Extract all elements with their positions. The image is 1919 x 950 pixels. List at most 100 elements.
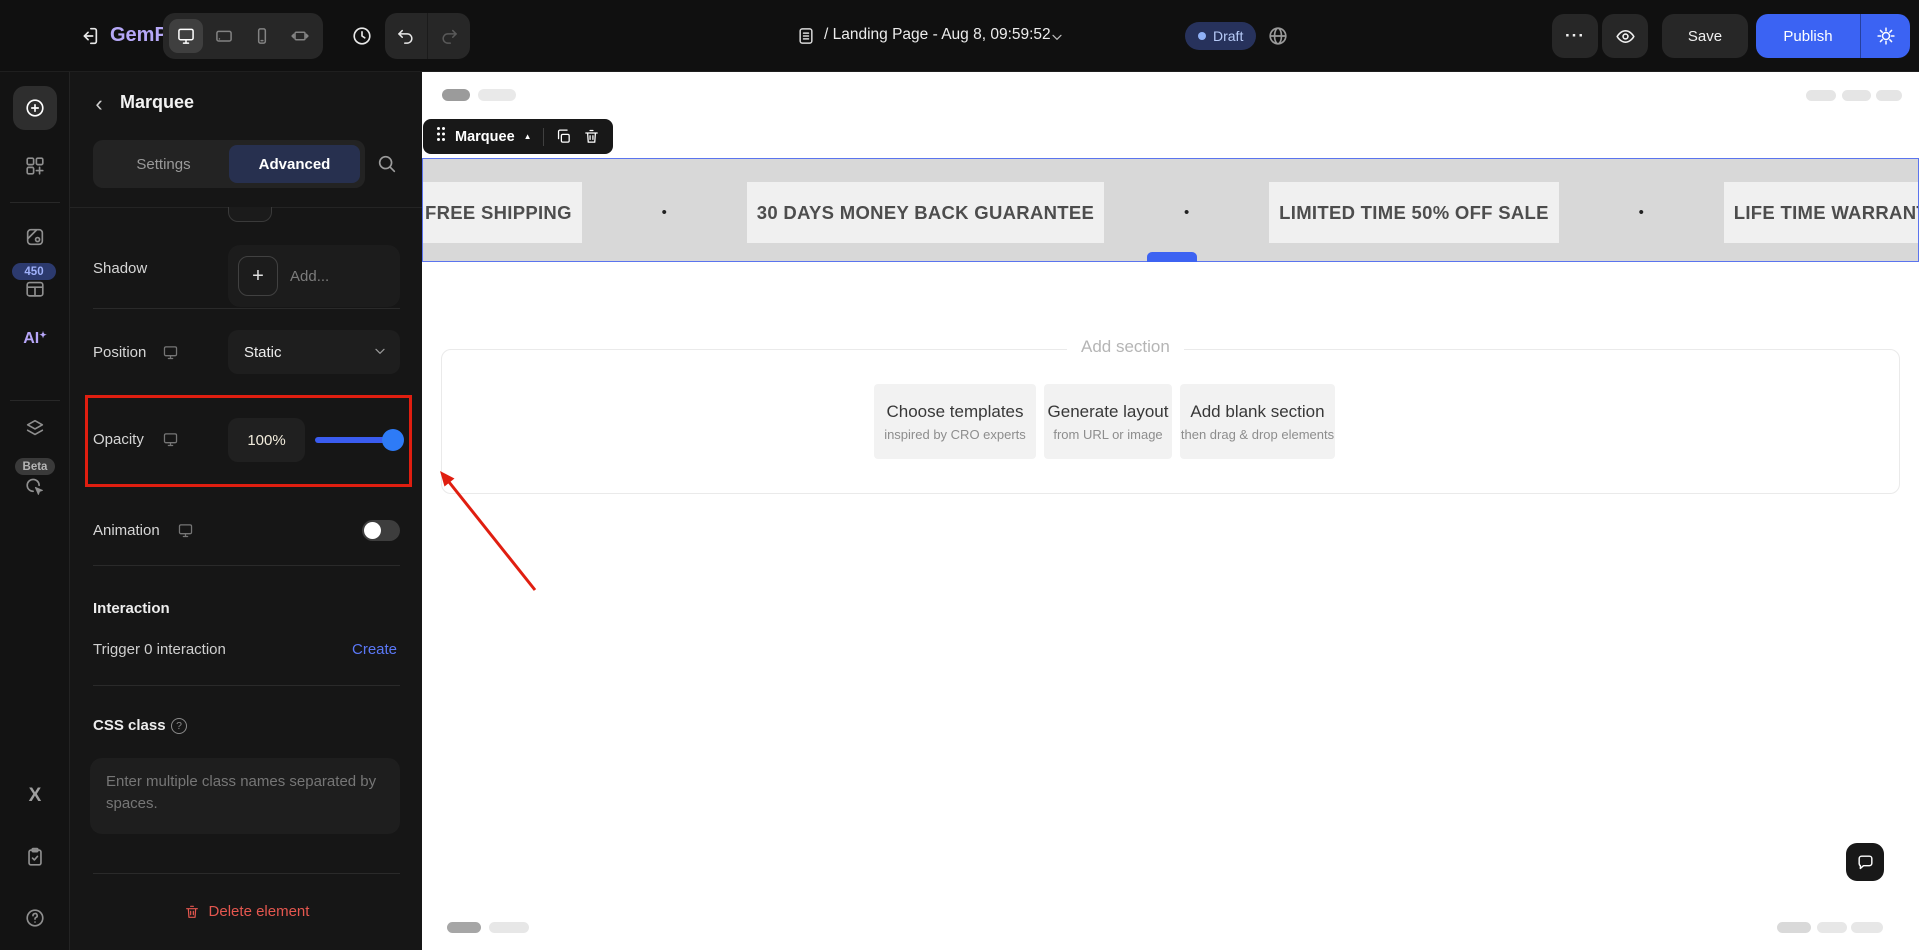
theme-sections-button[interactable] [24, 226, 46, 248]
chat-bubble-icon [1856, 853, 1875, 872]
css-class-help-icon[interactable]: ? [171, 718, 187, 734]
gempages-editor: GemPages 7 / Landing Page - Aug 8, 09:59… [0, 0, 1919, 950]
sections-library-button[interactable] [24, 155, 46, 177]
marquee-item[interactable]: 30 DAYS MONEY BACK GUARANTEE [746, 182, 1105, 243]
device-mobile-button[interactable] [245, 19, 279, 53]
toolbar-divider [542, 127, 544, 146]
element-settings-panel: ‹ Marquee Settings Advanced Shadow + Add… [70, 72, 422, 950]
page-selector-button[interactable] [1048, 28, 1066, 46]
redo-icon [439, 26, 459, 46]
layers-button[interactable] [24, 417, 46, 439]
delete-element-button[interactable]: Delete element [93, 903, 400, 920]
publish-settings-button[interactable] [1861, 14, 1910, 58]
device-tablet-button[interactable] [207, 19, 241, 53]
footer-skeleton-pill [1817, 922, 1847, 933]
pointer-click-icon [24, 476, 46, 498]
create-interaction-link[interactable]: Create [352, 641, 397, 658]
changelog-button[interactable] [24, 846, 46, 868]
position-select[interactable]: Static [228, 330, 400, 374]
question-glyph: ? [176, 720, 182, 732]
redo-button[interactable] [428, 13, 470, 59]
responsive-icon [290, 26, 310, 46]
divider-interaction [93, 685, 400, 686]
ellipsis-icon: ··· [1565, 26, 1585, 45]
interactions-button[interactable] [24, 476, 46, 498]
card-subtitle: inspired by CRO experts [884, 426, 1026, 442]
panel-back-button[interactable]: ‹ [90, 91, 108, 116]
blocks-plus-icon [24, 155, 46, 177]
duplicate-button[interactable] [555, 128, 572, 145]
publish-button[interactable]: Publish [1756, 14, 1860, 58]
plus-circle-icon [24, 97, 46, 119]
gear-icon [1876, 26, 1896, 46]
x-social-button[interactable]: X [0, 785, 70, 807]
marquee-item[interactable]: LIMITED TIME 50% OFF SALE [1269, 182, 1559, 243]
chevron-down-icon [1049, 29, 1065, 45]
marquee-element[interactable]: FREE SHIPPING • 30 DAYS MONEY BACK GUARA… [422, 158, 1919, 262]
position-label: Position [93, 344, 147, 361]
shadow-label: Shadow [93, 260, 148, 277]
generate-layout-button[interactable]: Generate layout from URL or image [1044, 384, 1172, 459]
panel-title: Marquee [120, 92, 195, 112]
add-section-area: Add section Choose templates inspired by… [441, 337, 1900, 494]
add-shadow-button[interactable]: + [238, 256, 278, 296]
footer-skeleton-pill [447, 922, 481, 933]
choose-templates-button[interactable]: Choose templates inspired by CRO experts [874, 384, 1036, 459]
exit-icon [78, 25, 100, 47]
chevron-down-icon [372, 343, 388, 359]
undo-button[interactable] [385, 13, 427, 59]
selection-resize-handle[interactable] [1147, 252, 1197, 262]
footer-skeleton-pill [1851, 922, 1883, 933]
panel-tabs: Settings Advanced [93, 140, 365, 188]
language-button[interactable] [1266, 24, 1290, 48]
sparkle-icon: ✦ [39, 330, 47, 340]
support-chat-button[interactable] [1846, 843, 1884, 881]
marquee-item[interactable]: FREE SHIPPING [423, 182, 582, 243]
version-history-button[interactable] [340, 14, 384, 58]
templates-button[interactable] [24, 278, 46, 300]
footer-skeleton-pill [489, 922, 529, 933]
shadow-add-control[interactable]: + Add... [228, 245, 400, 307]
tab-settings[interactable]: Settings [98, 145, 229, 183]
device-desktop-button[interactable] [169, 19, 203, 53]
position-value: Static [244, 343, 282, 361]
marquee-bullet: • [1638, 204, 1644, 221]
device-responsive-button[interactable] [283, 19, 317, 53]
plus-icon: + [252, 264, 264, 287]
drag-handle-icon[interactable] [436, 126, 446, 147]
chevron-left-icon: ‹ [95, 91, 103, 116]
interaction-trigger-text: Trigger 0 interaction [93, 641, 226, 658]
add-blank-section-button[interactable]: Add blank section then drag & drop eleme… [1180, 384, 1335, 459]
trash-icon [184, 904, 200, 920]
layout-icon [24, 278, 46, 300]
opacity-value: 100% [247, 431, 286, 449]
panel-search-button[interactable] [376, 153, 398, 175]
opacity-slider-knob[interactable] [382, 429, 404, 451]
opacity-value-field[interactable]: 100% [228, 418, 305, 462]
help-button[interactable] [24, 907, 46, 929]
delete-button[interactable] [583, 128, 600, 145]
exit-editor-button[interactable] [76, 23, 102, 49]
device-switcher [163, 13, 323, 59]
opacity-label: Opacity [93, 431, 144, 448]
save-button[interactable]: Save [1662, 14, 1748, 58]
layers-icon [24, 417, 46, 439]
marquee-track: FREE SHIPPING • 30 DAYS MONEY BACK GUARA… [423, 182, 1918, 243]
breadcrumb[interactable]: / Landing Page - Aug 8, 09:59:52 [824, 26, 1051, 44]
preview-button[interactable] [1602, 14, 1648, 58]
divider-shadow [93, 308, 400, 309]
marquee-item[interactable]: LIFE TIME WARRANTY [1723, 182, 1918, 243]
caret-up-icon[interactable]: ▲ [524, 132, 532, 141]
css-class-heading: CSS class [93, 717, 166, 734]
selected-element-label[interactable]: Marquee [455, 129, 515, 145]
css-class-input[interactable] [90, 758, 400, 834]
page-doc-icon [795, 25, 817, 47]
animation-toggle[interactable] [362, 520, 400, 541]
tab-advanced[interactable]: Advanced [229, 145, 360, 183]
globe-icon [1267, 25, 1289, 47]
more-options-button[interactable]: ··· [1552, 14, 1598, 58]
add-element-button[interactable] [13, 86, 57, 130]
card-title: Generate layout [1047, 401, 1169, 421]
ai-assistant-button[interactable]: AI✦ [0, 330, 70, 348]
shadow-add-placeholder: Add... [290, 267, 330, 285]
